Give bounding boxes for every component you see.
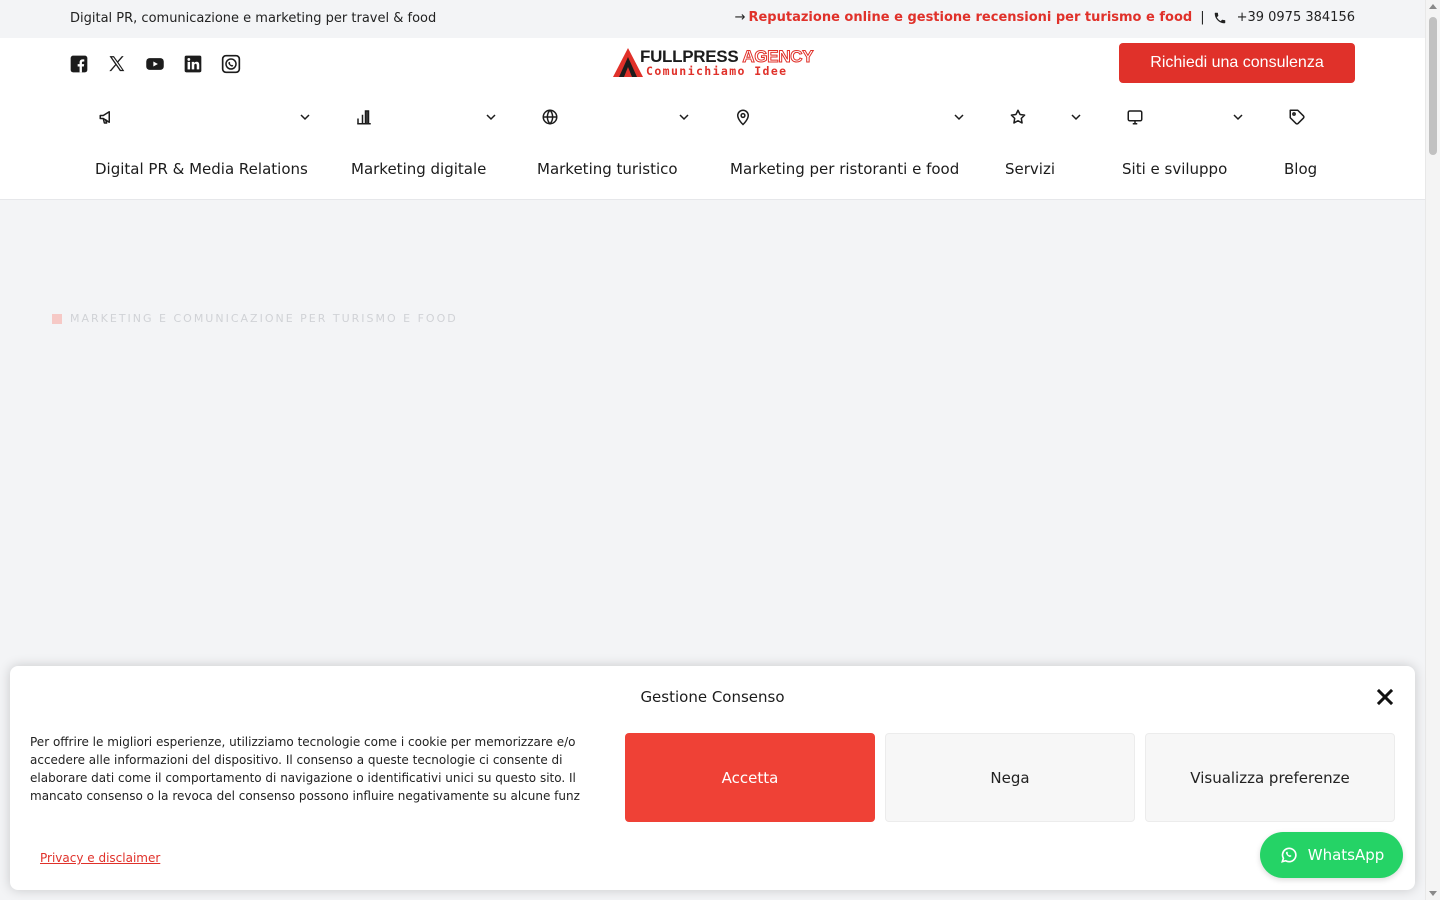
menu-item-marketing-turistico[interactable]: Marketing turistico [537, 160, 678, 178]
top-bar-right: → Reputazione online e gestione recensio… [735, 10, 1355, 25]
facebook-icon[interactable] [69, 54, 89, 74]
view-preferences-button[interactable]: Visualizza preferenze [1145, 733, 1395, 822]
menu-item-siti-sviluppo[interactable]: Siti e sviluppo [1122, 160, 1227, 178]
globe-icon[interactable] [541, 108, 559, 126]
phone-icon [1214, 12, 1225, 23]
reputation-link[interactable]: Reputazione online e gestione recensioni… [748, 10, 1192, 25]
chevron-down-icon[interactable] [1232, 112, 1244, 122]
star-icon[interactable] [1009, 108, 1027, 126]
logo-subline: Comunichiamo Idee [646, 64, 788, 78]
scrollbar-thumb[interactable] [1429, 17, 1437, 155]
privacy-disclaimer-link[interactable]: Privacy e disclaimer [40, 851, 160, 865]
site-logo[interactable]: FULLPRESS AGENCY Comunichiamo Idee [612, 46, 814, 80]
chevron-down-icon[interactable] [485, 112, 497, 122]
map-pin-icon[interactable] [734, 108, 752, 126]
chevron-down-icon[interactable] [299, 112, 311, 122]
tag-icon[interactable] [1288, 108, 1306, 126]
arrow-icon: → [734, 10, 746, 25]
page-scrollbar[interactable] [1425, 0, 1440, 900]
whatsapp-chat-button[interactable]: WhatsApp [1260, 832, 1403, 878]
close-icon[interactable] [1376, 688, 1394, 706]
phone-number[interactable]: +39 0975 384156 [1237, 10, 1355, 25]
scroll-down-arrow-icon[interactable] [1429, 891, 1437, 896]
menu-item-blog[interactable]: Blog [1284, 160, 1317, 178]
cookie-consent-dialog: Gestione Consenso Per offrire le miglior… [10, 666, 1415, 890]
site-header: FULLPRESS AGENCY Comunichiamo Idee Richie… [0, 38, 1425, 200]
main-menu: Digital PR & Media Relations Marketing d… [0, 160, 1425, 182]
youtube-icon[interactable] [145, 54, 165, 74]
linkedin-icon[interactable] [183, 54, 203, 74]
top-bar-tagline: Digital PR, comunicazione e marketing pe… [70, 11, 437, 26]
whatsapp-icon [1280, 847, 1297, 863]
menu-item-marketing-ristoranti[interactable]: Marketing per ristoranti e food [730, 160, 959, 178]
hero-eyebrow-text: MARKETING E COMUNICAZIONE PER TURISMO E … [70, 312, 458, 325]
consent-title: Gestione Consenso [640, 688, 785, 706]
bar-chart-icon[interactable] [355, 108, 373, 126]
social-links [69, 54, 241, 74]
eyebrow-square-icon [52, 313, 62, 324]
monitor-icon[interactable] [1126, 108, 1144, 126]
menu-item-marketing-digitale[interactable]: Marketing digitale [351, 160, 486, 178]
divider: | [1200, 10, 1205, 25]
menu-item-digital-pr[interactable]: Digital PR & Media Relations [95, 160, 308, 178]
x-icon[interactable] [107, 54, 127, 74]
top-bar: Digital PR, comunicazione e marketing pe… [0, 0, 1425, 38]
hero-eyebrow: MARKETING E COMUNICAZIONE PER TURISMO E … [52, 312, 458, 325]
main-menu-icons [0, 108, 1425, 126]
consent-message: Per offrire le migliori esperienze, util… [30, 735, 580, 803]
scroll-up-arrow-icon[interactable] [1429, 4, 1437, 9]
whatsapp-icon[interactable] [221, 54, 241, 74]
chevron-down-icon[interactable] [1070, 112, 1082, 122]
chevron-down-icon[interactable] [953, 112, 965, 122]
menu-item-servizi[interactable]: Servizi [1005, 160, 1055, 178]
deny-button[interactable]: Nega [885, 733, 1135, 822]
accept-button[interactable]: Accetta [625, 733, 875, 822]
consultation-button[interactable]: Richiedi una consulenza [1119, 43, 1355, 83]
megaphone-icon[interactable] [98, 108, 116, 126]
whatsapp-label: WhatsApp [1307, 846, 1385, 864]
chevron-down-icon[interactable] [678, 112, 690, 122]
